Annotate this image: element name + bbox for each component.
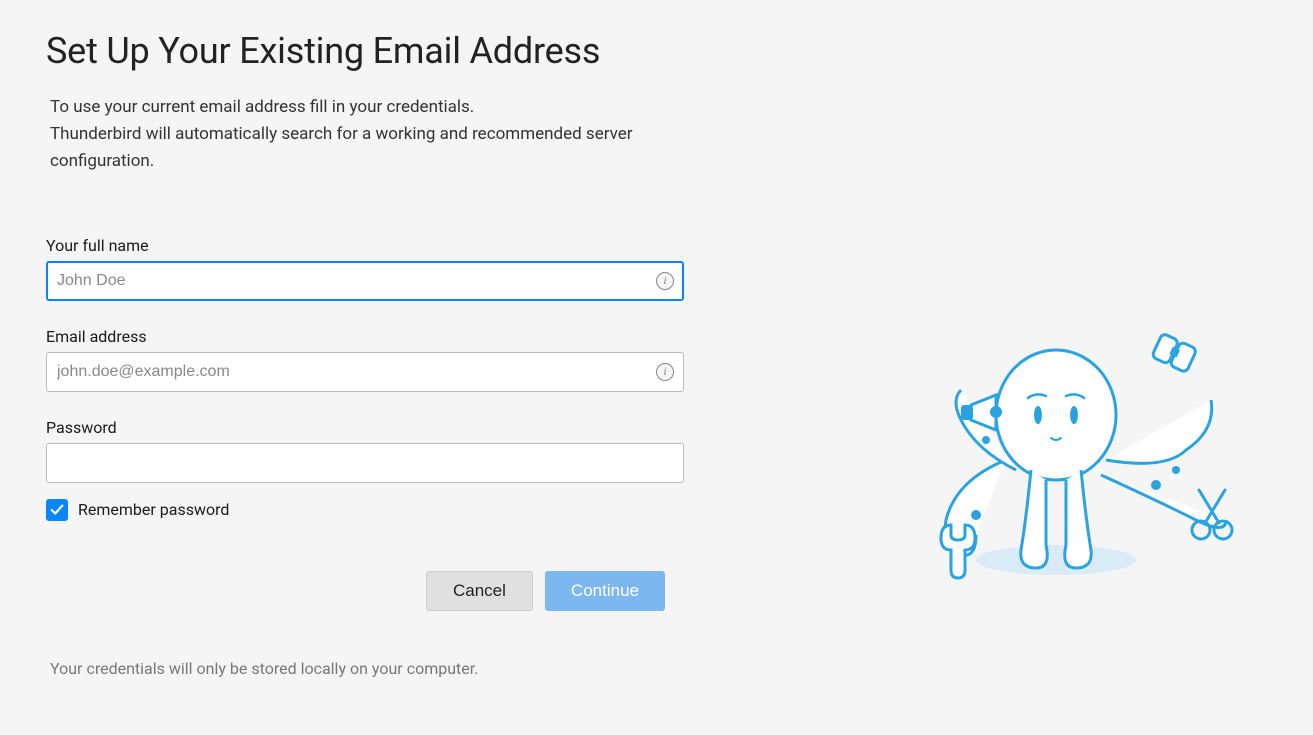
button-row: Cancel Continue	[426, 571, 686, 611]
name-input-wrapper: i	[46, 261, 684, 301]
form-column: Set Up Your Existing Email Address To us…	[46, 30, 686, 678]
page-description: To use your current email address fill i…	[46, 94, 686, 176]
cancel-button[interactable]: Cancel	[426, 571, 533, 611]
email-input-wrapper: i	[46, 352, 684, 392]
field-group-password: Password Remember password	[46, 418, 686, 521]
illustration-column	[726, 30, 1267, 678]
description-line2: Thunderbird will automatically search fo…	[50, 121, 686, 175]
name-input[interactable]	[46, 261, 684, 301]
page-title: Set Up Your Existing Email Address	[46, 30, 686, 72]
remember-password-label[interactable]: Remember password	[78, 500, 229, 519]
password-input-wrapper	[46, 443, 684, 483]
field-group-email: Email address i	[46, 327, 686, 392]
footer-note: Your credentials will only be stored loc…	[46, 659, 686, 678]
password-input[interactable]	[46, 443, 684, 483]
checkmark-icon	[50, 503, 64, 517]
info-icon[interactable]: i	[656, 272, 674, 290]
continue-button[interactable]: Continue	[545, 571, 665, 611]
description-line1: To use your current email address fill i…	[50, 94, 686, 121]
remember-password-checkbox[interactable]	[46, 499, 68, 521]
password-label: Password	[46, 418, 686, 437]
remember-password-row: Remember password	[46, 499, 686, 521]
octopus-illustration-icon	[906, 320, 1246, 600]
name-label: Your full name	[46, 236, 686, 255]
setup-container: Set Up Your Existing Email Address To us…	[0, 0, 1313, 708]
info-icon[interactable]: i	[656, 363, 674, 381]
field-group-name: Your full name i	[46, 236, 686, 301]
email-input[interactable]	[46, 352, 684, 392]
email-label: Email address	[46, 327, 686, 346]
